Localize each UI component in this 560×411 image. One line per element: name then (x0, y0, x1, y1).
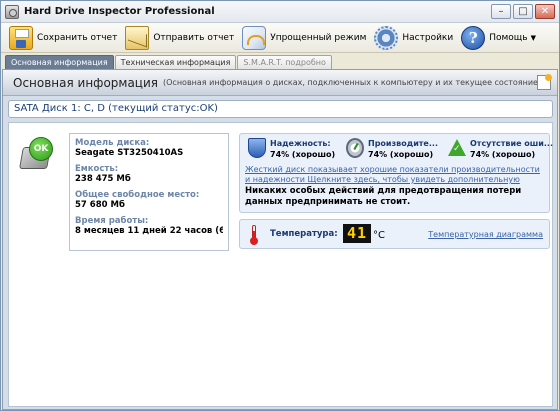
model-value: Seagate ST3250410AS (75, 148, 184, 158)
simple-mode-icon (242, 25, 267, 50)
maximize-button[interactable]: □ (513, 4, 533, 19)
page-subtitle: (Основная информация о дисках, подключен… (163, 78, 542, 87)
free-space-label: Общее свободное место: (75, 190, 200, 200)
window-title: Hard Drive Inspector Professional (24, 6, 215, 17)
send-report-label: Отправить отчет (153, 32, 235, 43)
status-badge: OK (29, 137, 53, 161)
gauge-icon (346, 138, 364, 158)
thermometer-icon (250, 225, 258, 245)
tab-technical-info[interactable]: Техническая информация (114, 55, 237, 69)
send-report-button[interactable]: Отправить отчет (125, 25, 234, 51)
reliability-value: 74% (хорошо) (270, 150, 336, 159)
page-title: Основная информация (13, 75, 158, 90)
gear-icon (374, 25, 399, 50)
help-icon: ? (461, 25, 486, 50)
temperature-chart-link[interactable]: Температурная диаграмма (428, 230, 543, 239)
performance-label: Производите... (368, 139, 438, 148)
main-panel: Основная информация (Основная информация… (2, 69, 558, 410)
tab-main-info[interactable]: Основная информация (5, 55, 114, 69)
errors-label: Отсутствие оши... (470, 139, 554, 148)
settings-button[interactable]: Настройки (374, 25, 453, 51)
model-label: Модель диска: (75, 138, 150, 148)
disk-info-box: Модель диска: Seagate ST3250410AS Емкост… (69, 133, 229, 251)
temperature-unit: °С (373, 230, 385, 241)
minimize-button[interactable]: – (491, 4, 511, 19)
save-report-icon (9, 25, 33, 50)
app-window: Hard Drive Inspector Professional – □ ✕ … (0, 0, 560, 411)
help-label: Помощь (489, 32, 528, 43)
smart-details-link[interactable]: Жесткий диск показывает хорошие показате… (245, 165, 545, 185)
temperature-value: 41 (343, 224, 371, 243)
settings-label: Настройки (402, 32, 454, 43)
temperature-label: Температура: (270, 229, 338, 239)
errors-stat: ✓ Отсутствие оши... 74% (хорошо) (448, 138, 553, 162)
tab-smart-details[interactable]: S.M.A.R.T. подробно (237, 55, 332, 69)
status-note: Никаких особых действий для предотвращен… (245, 186, 522, 207)
report-icon[interactable] (537, 74, 552, 90)
performance-value: 74% (хорошо) (368, 150, 434, 159)
capacity-label: Емкость: (75, 164, 119, 174)
envelope-icon (125, 25, 150, 50)
tab-bar: Основная информация Техническая информац… (5, 55, 333, 69)
app-icon (5, 4, 19, 19)
chevron-down-icon: ▼ (530, 33, 536, 42)
panel-header: Основная информация (Основная информация… (3, 70, 557, 96)
save-report-button[interactable]: Сохранить отчет (9, 25, 117, 51)
disk-details: OK Модель диска: Seagate ST3250410AS Емк… (8, 122, 553, 407)
performance-stat: Производите... 74% (хорошо) (346, 138, 438, 162)
hard-drive-icon: OK (19, 137, 55, 171)
capacity-value: 238 475 Мб (75, 174, 131, 184)
reliability-stat: Надежность: 74% (хорошо) (248, 138, 335, 162)
title-bar[interactable]: Hard Drive Inspector Professional – □ ✕ (1, 1, 559, 23)
free-space-value: 57 680 Мб (75, 200, 125, 210)
reliability-label: Надежность: (270, 139, 331, 148)
save-report-label: Сохранить отчет (37, 32, 118, 43)
check-triangle-icon: ✓ (448, 138, 466, 158)
simple-mode-label: Упрощенный режим (270, 32, 367, 43)
shield-icon (248, 138, 266, 158)
uptime-label: Время работы: (75, 216, 149, 226)
help-menu-button[interactable]: ? Помощь ▼ (461, 25, 536, 51)
window-controls: – □ ✕ (491, 4, 555, 19)
close-button[interactable]: ✕ (535, 4, 555, 19)
uptime-value: 8 месяцев 11 дней 22 часов (6 ... (75, 226, 223, 236)
toolbar: Сохранить отчет Отправить отчет Упрощенн… (1, 23, 559, 53)
errors-value: 74% (хорошо) (470, 150, 536, 159)
simple-mode-button[interactable]: Упрощенный режим (242, 25, 366, 51)
temperature-box: Температура: 41 °С Температурная диаграм… (239, 219, 550, 249)
disk-heading[interactable]: SATA Диск 1: C, D (текущий статус:OK) (8, 100, 553, 118)
health-status-box: Надежность: 74% (хорошо) Производите... … (239, 133, 553, 213)
